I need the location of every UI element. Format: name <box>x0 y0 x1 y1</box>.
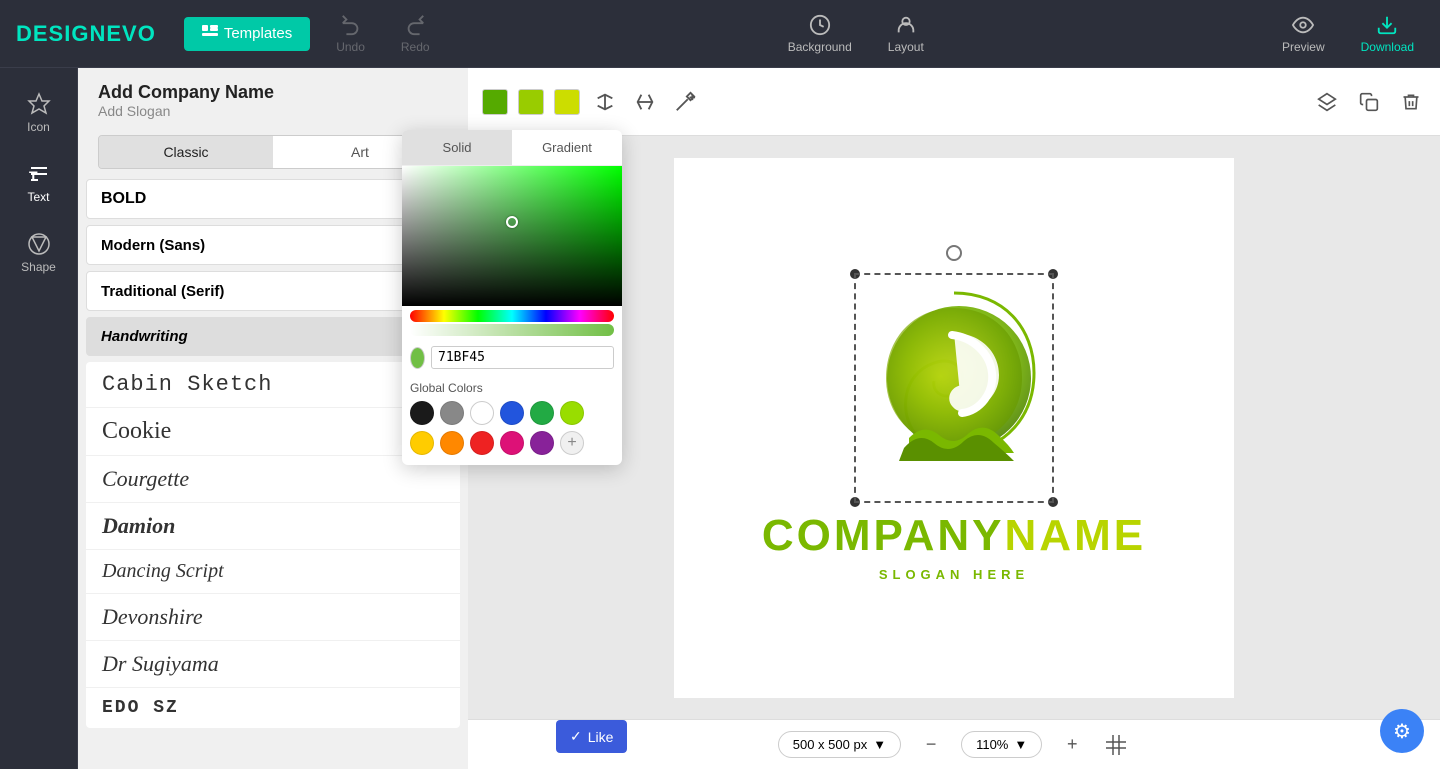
gear-icon: ⚙ <box>1393 719 1411 744</box>
swatch-blue[interactable] <box>500 401 524 425</box>
swatch-white[interactable] <box>470 401 494 425</box>
font-item-dr-sugiyama[interactable]: Dr Sugiyama <box>86 641 460 688</box>
canvas-toolbar-right <box>1312 87 1426 117</box>
like-button[interactable]: ✓ Like <box>556 720 627 753</box>
color-picker-popup: Solid Gradient Global Colors + <box>402 130 622 465</box>
font-item-dancing-script[interactable]: Dancing Script <box>86 550 460 594</box>
company-name-part2: NAME <box>1005 511 1147 561</box>
templates-button[interactable]: Templates <box>184 17 310 51</box>
logo-canvas[interactable]: COMPANY NAME SLOGAN HERE <box>674 158 1234 698</box>
color-tab-solid[interactable]: Solid <box>402 130 512 165</box>
add-color-button[interactable]: + <box>560 431 584 455</box>
settings-gear-button[interactable]: ⚙ <box>1380 709 1424 753</box>
download-button[interactable]: Download <box>1351 10 1424 58</box>
font-item-edo-sz[interactable]: EDO SZ <box>86 688 460 728</box>
zoom-value: 110% <box>976 737 1008 752</box>
swatch-pink[interactable] <box>500 431 524 455</box>
company-name-display[interactable]: COMPANY NAME <box>762 511 1146 561</box>
swatch-orange[interactable] <box>440 431 464 455</box>
canvas-size-label: 500 x 500 px <box>793 737 867 752</box>
thumbs-up-icon: ✓ <box>570 728 582 745</box>
swatch-green[interactable] <box>530 401 554 425</box>
rotation-handle[interactable] <box>946 245 962 261</box>
duplicate-button[interactable] <box>1354 87 1384 117</box>
templates-icon <box>202 25 218 43</box>
undo-button[interactable]: Undo <box>326 10 375 58</box>
preview-button[interactable]: Preview <box>1272 10 1335 58</box>
selection-border <box>854 273 1054 503</box>
global-color-swatches-row2: + <box>402 431 622 465</box>
company-name-heading: Add Company Name <box>98 82 448 103</box>
svg-text:T: T <box>29 168 38 184</box>
redo-button[interactable]: Redo <box>391 10 440 58</box>
swatch-red[interactable] <box>470 431 494 455</box>
swatch-lime[interactable] <box>560 401 584 425</box>
delete-button[interactable] <box>1396 87 1426 117</box>
size-dropdown-icon: ▼ <box>873 737 886 752</box>
magic-wand-button[interactable] <box>670 87 700 117</box>
sidebar-item-icon[interactable]: Icon <box>0 78 77 148</box>
zoom-level-display[interactable]: 110% ▼ <box>961 731 1042 758</box>
font-style-tabs: Classic Art <box>98 135 448 169</box>
templates-label: Templates <box>224 25 292 42</box>
flip-horizontal-button[interactable] <box>590 87 620 117</box>
logo-icon-container[interactable] <box>854 273 1054 503</box>
zoom-out-button[interactable]: − <box>917 731 945 759</box>
flip-vertical-button[interactable] <box>630 87 660 117</box>
zoom-dropdown-icon: ▼ <box>1014 737 1027 752</box>
zoom-in-button[interactable]: + <box>1058 731 1086 759</box>
color-hex-row <box>402 342 622 377</box>
global-color-swatches <box>402 401 622 431</box>
color-gradient-handle[interactable] <box>506 216 518 228</box>
swatch-yellow[interactable] <box>410 431 434 455</box>
tab-classic[interactable]: Classic <box>99 136 273 168</box>
global-colors-label: Global Colors <box>402 377 622 401</box>
icon-sidebar: Icon T Text Shape <box>0 68 78 769</box>
color-hex-input[interactable] <box>431 346 614 369</box>
slogan-display[interactable]: SLOGAN HERE <box>879 567 1029 582</box>
hue-slider[interactable] <box>410 310 614 322</box>
grid-toggle-button[interactable] <box>1102 731 1130 759</box>
font-item-damion[interactable]: Damion <box>86 503 460 550</box>
swatch-purple[interactable] <box>530 431 554 455</box>
sidebar-item-text[interactable]: T Text <box>0 148 77 218</box>
canvas-toolbar <box>468 68 1440 136</box>
sidebar-item-shape[interactable]: Shape <box>0 218 77 288</box>
color-current-swatch[interactable] <box>410 347 425 369</box>
background-button[interactable]: Background <box>778 10 862 58</box>
color-swatch-1[interactable] <box>482 89 508 115</box>
opacity-slider[interactable] <box>410 324 614 336</box>
swatch-black[interactable] <box>410 401 434 425</box>
slogan-subheading: Add Slogan <box>98 103 448 119</box>
color-swatch-3[interactable] <box>554 89 580 115</box>
color-swatch-2[interactable] <box>518 89 544 115</box>
app-logo: DESIGNEVO <box>16 21 156 47</box>
color-gradient-picker[interactable] <box>402 166 622 306</box>
layout-button[interactable]: Layout <box>878 10 934 58</box>
color-picker-tabs: Solid Gradient <box>402 130 622 166</box>
layers-button[interactable] <box>1312 87 1342 117</box>
font-item-devonshire[interactable]: Devonshire <box>86 594 460 641</box>
swatch-gray[interactable] <box>440 401 464 425</box>
font-panel-header: Add Company Name Add Slogan <box>78 68 468 125</box>
color-tab-gradient[interactable]: Gradient <box>512 130 622 165</box>
canvas-size-selector[interactable]: 500 x 500 px ▼ <box>778 731 901 758</box>
company-name-part1: COMPANY <box>762 511 1005 561</box>
